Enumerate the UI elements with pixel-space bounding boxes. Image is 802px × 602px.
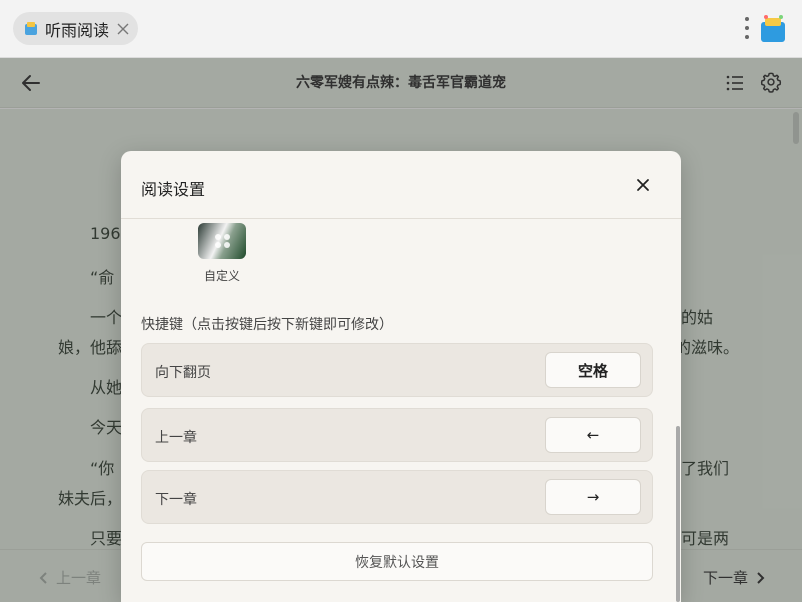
dialog-scrollbar-thumb[interactable] [676,426,680,602]
shortcut-label: 向下翻页 [155,365,211,381]
browser-tab[interactable]: 听雨阅读 [13,12,138,45]
dialog-header: 阅读设置 [121,151,681,219]
shortcut-key-button[interactable]: ← [545,417,641,453]
custom-theme-thumbnail[interactable] [198,223,246,259]
reading-settings-dialog: 阅读设置 自定义 快捷键（点击按键后按下新键即可修改） 向下翻页 空格 上一章 … [121,151,681,602]
browser-tab-strip: 听雨阅读 [0,0,802,58]
shortcut-label: 下一章 [155,492,197,508]
reset-defaults-button[interactable]: 恢复默认设置 [141,542,653,581]
shortcut-key-button[interactable]: → [545,479,641,515]
theme-label: 自定义 [203,269,240,283]
shortcut-row-next-chapter: 下一章 → [141,470,653,524]
shortcut-row-page-down: 向下翻页 空格 [141,343,653,397]
close-tab-icon[interactable] [116,22,130,36]
puzzle-icon [215,234,230,248]
shortcut-key-button[interactable]: 空格 [545,352,641,388]
book-favicon-icon [25,21,37,35]
dialog-title: 阅读设置 [141,180,206,199]
shortcut-row-prev-chapter: 上一章 ← [141,408,653,462]
shortcut-section-title: 快捷键（点击按键后按下新键即可修改） [141,317,393,333]
shortcut-label: 上一章 [155,430,197,446]
app-logo-icon [761,15,785,42]
more-menu-icon[interactable] [744,16,750,40]
close-icon[interactable] [633,175,653,195]
tab-title: 听雨阅读 [45,20,110,40]
